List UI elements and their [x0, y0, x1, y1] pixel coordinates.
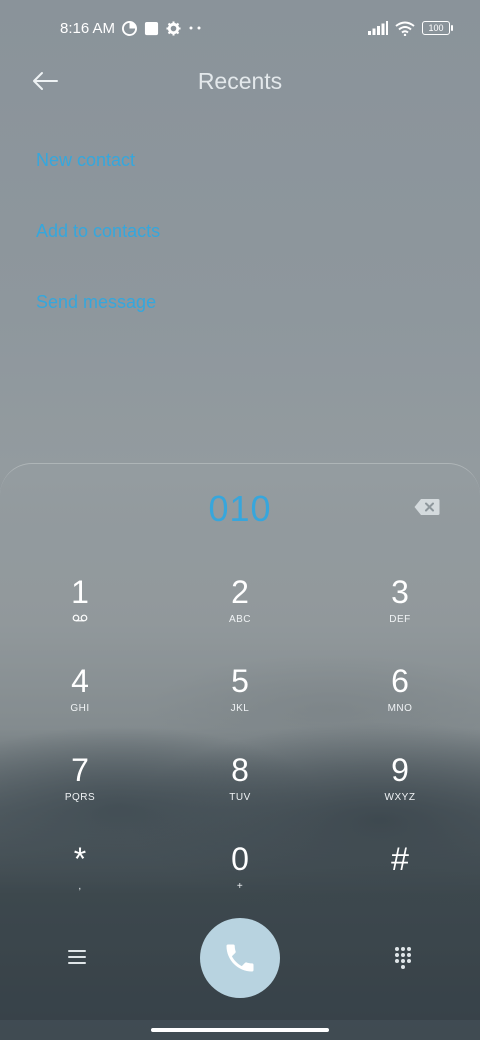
keypad-row: 4 GHI 5 JKL 6 MNO	[0, 663, 480, 752]
key-letters: GHI	[70, 703, 90, 714]
dialpad-grid-icon	[395, 947, 411, 969]
settings-icon	[166, 20, 181, 36]
dialpad-toggle-button[interactable]	[388, 942, 418, 972]
call-button[interactable]	[200, 918, 280, 998]
key-letters: JKL	[230, 703, 250, 714]
dialed-number: 010	[208, 488, 272, 529]
key-8[interactable]: 8 TUV	[160, 752, 320, 841]
key-digit: 9	[391, 752, 409, 788]
square-notification-icon	[144, 21, 159, 36]
key-digit: 6	[391, 663, 409, 699]
keypad: 1 2 ABC 3 DEF 4 GHI 5 JKL 6 MNO 7 PQRS 8…	[0, 574, 480, 930]
key-letters: ABC	[228, 614, 252, 625]
add-to-contacts-link[interactable]: Add to contacts	[36, 211, 160, 282]
key-letters: +	[236, 881, 244, 892]
key-digit: 2	[231, 574, 249, 610]
wifi-icon	[395, 21, 415, 36]
keypad-row: 7 PQRS 8 TUV 9 WXYZ	[0, 752, 480, 841]
key-digit: 8	[231, 752, 249, 788]
key-3[interactable]: 3 DEF	[320, 574, 480, 663]
key-4[interactable]: 4 GHI	[0, 663, 160, 752]
key-letters: MNO	[387, 703, 413, 714]
signal-icon	[368, 21, 388, 35]
backspace-button[interactable]	[414, 498, 440, 516]
key-digit: 4	[71, 663, 89, 699]
home-indicator[interactable]	[151, 1028, 329, 1032]
key-digit: 7	[71, 752, 89, 788]
key-digit: 1	[71, 574, 89, 610]
backspace-icon	[414, 499, 440, 515]
status-right: 100	[368, 21, 453, 36]
data-saver-icon	[122, 20, 138, 36]
key-5[interactable]: 5 JKL	[160, 663, 320, 752]
header: Recents	[0, 56, 480, 106]
new-contact-link[interactable]: New contact	[36, 140, 160, 211]
dialpad-actions	[0, 916, 480, 1000]
key-digit: #	[391, 841, 409, 877]
key-letters: WXYZ	[384, 792, 416, 803]
phone-icon	[226, 944, 254, 972]
key-letters: DEF	[389, 614, 411, 625]
key-2[interactable]: 2 ABC	[160, 574, 320, 663]
page-title: Recents	[197, 68, 283, 94]
key-9[interactable]: 9 WXYZ	[320, 752, 480, 841]
more-dots-icon	[188, 25, 202, 31]
key-digit: 5	[231, 663, 249, 699]
status-time: 8:16 AM	[60, 19, 116, 37]
battery-level: 100	[428, 23, 444, 33]
voicemail-icon	[72, 614, 88, 626]
key-6[interactable]: 6 MNO	[320, 663, 480, 752]
key-letters: PQRS	[64, 792, 96, 803]
send-message-link[interactable]: Send message	[36, 282, 160, 353]
status-bar: 8:16 AM 100	[0, 0, 480, 56]
key-letters: ,	[78, 881, 82, 892]
key-digit: 3	[391, 574, 409, 610]
key-letters: TUV	[229, 792, 251, 803]
battery-icon: 100	[422, 21, 453, 35]
menu-button[interactable]	[62, 942, 92, 972]
dialpad: 010 1 2 ABC 3 DEF 4 GHI 5 JKL 6 MNO 7 PQ…	[0, 463, 480, 1040]
key-digit: *	[73, 841, 87, 877]
key-1[interactable]: 1	[0, 574, 160, 663]
key-7[interactable]: 7 PQRS	[0, 752, 160, 841]
key-digit: 0	[231, 841, 249, 877]
status-left: 8:16 AM	[60, 20, 202, 37]
actions-list: New contact Add to contacts Send message	[36, 140, 160, 353]
navigation-bar	[0, 1020, 480, 1040]
keypad-row: 1 2 ABC 3 DEF	[0, 574, 480, 663]
menu-icon	[68, 950, 86, 964]
